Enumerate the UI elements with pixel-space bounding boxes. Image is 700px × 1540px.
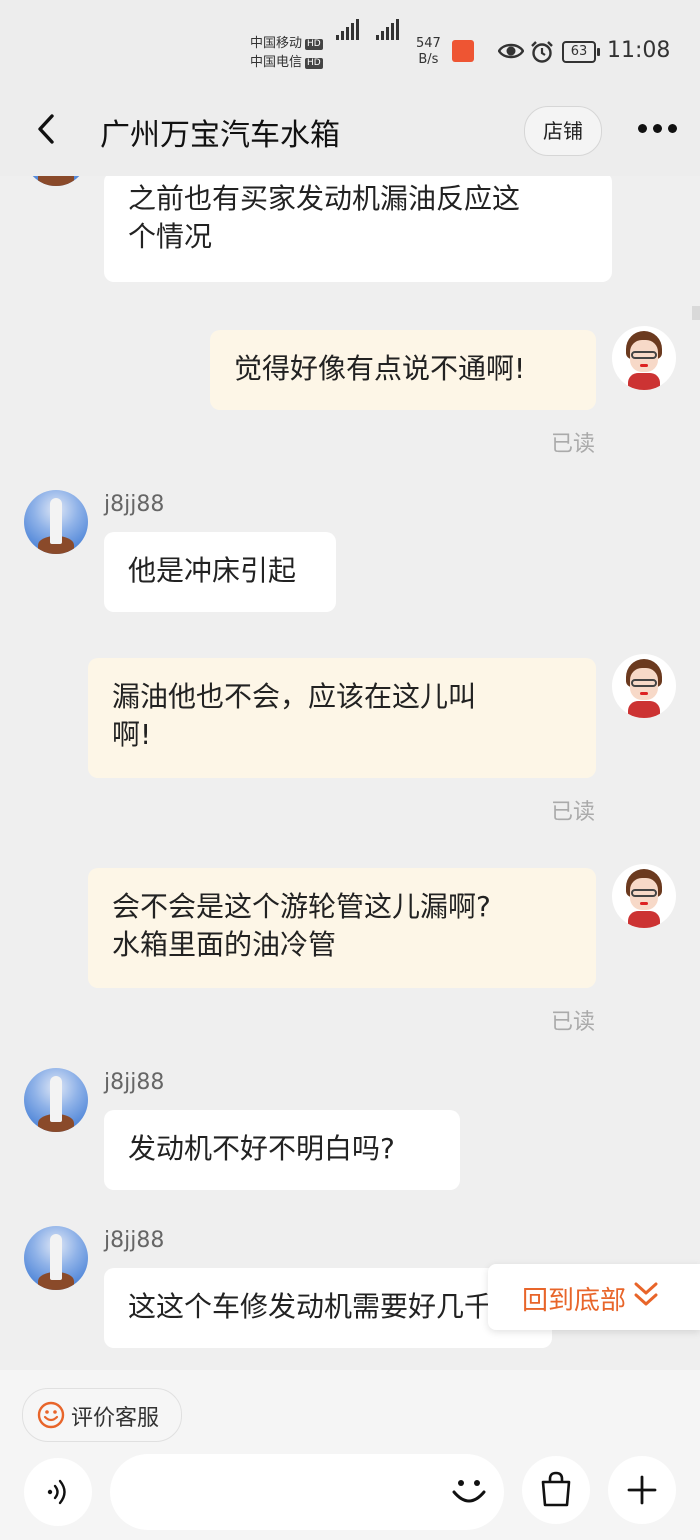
network-speed: 547 B/s — [416, 36, 441, 68]
message-text: 会不会是这个游轮管这儿漏啊? — [112, 890, 491, 923]
avatar[interactable] — [24, 1226, 88, 1290]
message-text: 啊! — [112, 718, 152, 751]
shop-button[interactable]: 店铺 — [524, 106, 602, 156]
plus-icon — [627, 1475, 657, 1505]
read-status: 已读 — [551, 432, 596, 457]
avatar[interactable] — [24, 176, 88, 186]
message-bubble[interactable]: 之前也有买家发动机漏油反应这 个情况 — [104, 176, 612, 282]
message-text: 觉得好像有点说不通啊! — [234, 352, 526, 385]
back-arrow-icon[interactable] — [30, 112, 64, 146]
plus-button[interactable] — [608, 1456, 676, 1524]
message-bubble[interactable]: 这这个车修发动机需要好几千 — [104, 1268, 552, 1348]
avatar[interactable] — [24, 490, 88, 554]
message-bubble[interactable]: 他是冲床引起 — [104, 532, 336, 612]
alarm-icon — [531, 41, 553, 63]
hd-badge: HD — [305, 39, 323, 50]
hd-badge: HD — [305, 58, 323, 69]
smile-icon — [37, 1401, 65, 1429]
message-bubble[interactable]: 发动机不好不明白吗? — [104, 1110, 460, 1190]
message-text: 之前也有买家发动机漏油反应这 — [128, 182, 521, 215]
carrier-2: 中国电信 — [250, 55, 303, 70]
sender-name: j8jj88 — [104, 1228, 165, 1253]
message-text: 漏油他也不会，应该在这儿叫 — [112, 680, 477, 713]
double-chevron-down-icon — [634, 1282, 658, 1306]
message-text: 发动机不好不明白吗? — [128, 1132, 395, 1165]
battery-icon: 63 — [562, 41, 600, 63]
message-text: 他是冲床引起 — [128, 554, 297, 587]
avatar[interactable] — [612, 654, 676, 718]
carrier-info: 中国移动 HD 中国电信 HD — [250, 34, 323, 72]
message-text: 水箱里面的油冷管 — [112, 928, 337, 961]
eye-icon — [498, 43, 524, 59]
message-text: 这这个车修发动机需要好几千 — [128, 1290, 493, 1323]
bottom-input-bar: 评价客服 — [0, 1370, 700, 1540]
voice-icon — [47, 1479, 66, 1505]
notification-app-icon — [452, 40, 474, 62]
rate-service-button[interactable]: 评价客服 — [22, 1388, 182, 1442]
shopping-bag-button[interactable] — [522, 1456, 590, 1524]
sender-name: j8jj88 — [104, 492, 165, 517]
chat-header: 广州万宝汽车水箱 店铺 — [0, 96, 700, 176]
avatar[interactable] — [612, 864, 676, 928]
sender-name: j8jj88 — [104, 1070, 165, 1095]
message-bubble[interactable]: 会不会是这个游轮管这儿漏啊? 水箱里面的油冷管 — [88, 868, 596, 988]
message-bubble[interactable]: 漏油他也不会，应该在这儿叫 啊! — [88, 658, 596, 778]
status-bar: 中国移动 HD 中国电信 HD 547 B/s 63 11:08 — [0, 0, 700, 96]
scrollbar-thumb[interactable] — [692, 306, 700, 320]
read-status: 已读 — [551, 1010, 596, 1035]
message-list[interactable]: 之前也有买家发动机漏油反应这 个情况 觉得好像有点说不通啊! 已读 j8jj88… — [0, 176, 700, 1370]
shopping-bag-icon — [541, 1471, 571, 1507]
avatar[interactable] — [612, 326, 676, 390]
network-speed-value: 547 — [416, 36, 441, 51]
network-speed-unit: B/s — [418, 52, 439, 67]
more-dots-icon[interactable] — [638, 124, 678, 134]
message-input[interactable] — [110, 1454, 504, 1530]
message-text: 个情况 — [128, 220, 213, 253]
rate-service-label: 评价客服 — [71, 1406, 160, 1431]
back-to-bottom-label: 回到底部 — [522, 1286, 627, 1316]
back-to-bottom-button[interactable]: 回到底部 — [488, 1264, 700, 1330]
status-time: 11:08 — [607, 38, 671, 63]
emoji-icon[interactable] — [448, 1470, 490, 1512]
read-status: 已读 — [551, 800, 596, 825]
page-title: 广州万宝汽车水箱 — [100, 118, 340, 153]
carrier-1: 中国移动 — [250, 36, 303, 51]
message-bubble[interactable]: 觉得好像有点说不通啊! — [210, 330, 596, 410]
voice-button[interactable] — [24, 1458, 92, 1526]
avatar[interactable] — [24, 1068, 88, 1132]
